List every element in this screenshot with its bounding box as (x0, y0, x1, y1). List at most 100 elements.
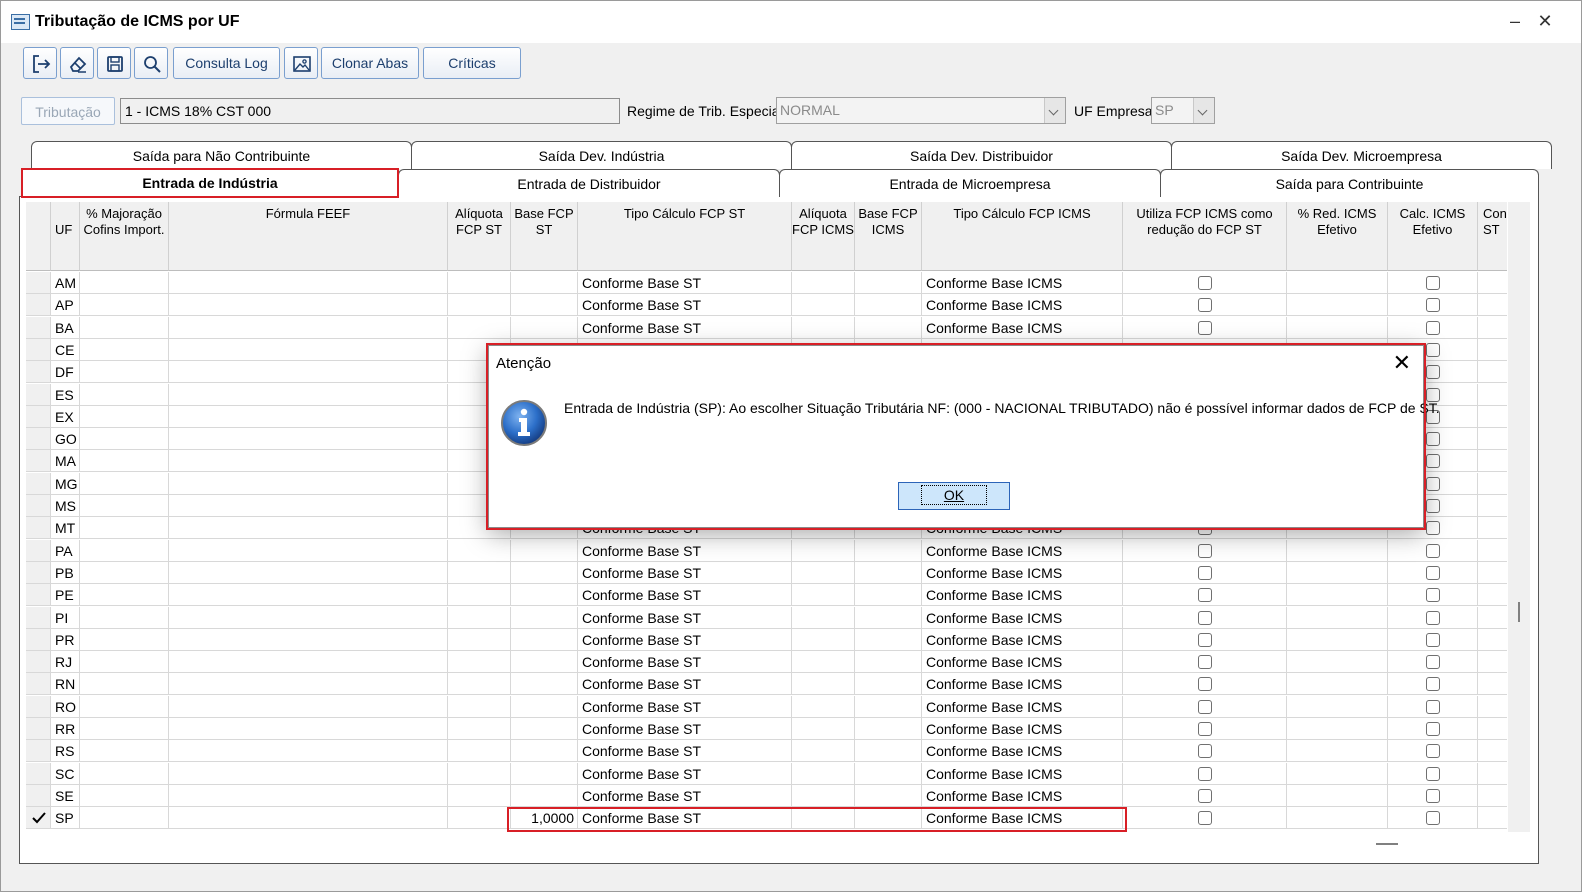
col-uf-cell[interactable]: PE (51, 584, 80, 607)
col-con-st-cell[interactable] (1478, 607, 1507, 629)
col-majoracao-cofins-cell[interactable] (80, 784, 169, 807)
col-uf-cell[interactable]: PB (51, 561, 80, 584)
col-majoracao-cofins-cell[interactable] (80, 517, 169, 540)
col-utiliza-fcp-icms-cell[interactable] (1123, 628, 1287, 651)
col-con-st-cell[interactable] (1478, 696, 1507, 718)
col-calc-icms-efetivo-cell[interactable] (1388, 695, 1478, 718)
col-aliquota-fcp-st-cell[interactable] (448, 673, 511, 696)
horizontal-scroll-thumb[interactable] (1376, 843, 1398, 845)
checkbox[interactable] (1426, 677, 1440, 692)
col-aliquota-fcp-st-cell[interactable] (448, 294, 511, 317)
col-con-st-cell[interactable] (1478, 785, 1507, 807)
col-majoracao-cofins-cell[interactable] (80, 718, 169, 740)
close-window-icon[interactable]: ✕ (1533, 9, 1557, 33)
col-utiliza-fcp-icms-header[interactable]: Utiliza FCP ICMS como redução do FCP ST (1123, 202, 1287, 271)
col-base-fcp-st-cell[interactable] (511, 673, 578, 696)
col-base-fcp-icms-cell[interactable] (855, 695, 922, 718)
tributacao-lookup-button[interactable]: Tributação (21, 97, 115, 125)
consulta-log-button[interactable]: Consulta Log (173, 47, 280, 79)
col-base-fcp-icms-cell[interactable] (855, 784, 922, 807)
col-uf-cell[interactable]: MA (51, 450, 80, 473)
col-tipo-calculo-fcp-st-cell[interactable]: Conforme Base ST (578, 606, 792, 629)
col-tipo-calculo-fcp-st-cell[interactable]: Conforme Base ST (578, 561, 792, 584)
col-con-st-cell[interactable] (1478, 339, 1507, 361)
col-utiliza-fcp-icms-cell[interactable] (1123, 584, 1287, 607)
tab-entrada-industria[interactable]: Entrada de Indústria (21, 168, 399, 198)
col-tipo-calculo-fcp-st-cell[interactable]: Conforme Base ST (578, 316, 792, 339)
checkbox[interactable] (1198, 744, 1212, 759)
col-uf-cell[interactable]: RN (51, 673, 80, 696)
checkbox[interactable] (1198, 276, 1212, 290)
col-tipo-calculo-fcp-icms-cell[interactable]: Conforme Base ICMS (922, 272, 1123, 294)
clonar-abas-button[interactable]: Clonar Abas (321, 47, 419, 79)
col-tipo-calculo-fcp-icms-cell[interactable]: Conforme Base ICMS (922, 740, 1123, 763)
col-aliquota-fcp-st-cell[interactable] (448, 584, 511, 607)
col-majoracao-cofins-cell[interactable] (80, 561, 169, 584)
col-utiliza-fcp-icms-cell[interactable] (1123, 807, 1287, 830)
col-uf-cell[interactable]: SE (51, 784, 80, 807)
col-uf-cell[interactable]: AM (51, 272, 80, 294)
col-uf-cell[interactable]: RR (51, 718, 80, 740)
col-utiliza-fcp-icms-cell[interactable] (1123, 718, 1287, 740)
col-majoracao-cofins-header[interactable]: % Majoração Cofins Import. (80, 202, 169, 271)
col-majoracao-cofins-cell[interactable] (80, 628, 169, 651)
col-tipo-calculo-fcp-icms-cell[interactable]: Conforme Base ICMS (922, 628, 1123, 651)
col-calc-icms-efetivo-cell[interactable] (1388, 294, 1478, 317)
col-con-st-cell[interactable] (1478, 473, 1507, 495)
col-uf-cell[interactable]: RS (51, 740, 80, 763)
col-calc-icms-efetivo-cell[interactable] (1388, 272, 1478, 294)
col-utiliza-fcp-icms-cell[interactable] (1123, 539, 1287, 562)
col-utiliza-fcp-icms-cell[interactable] (1123, 294, 1287, 317)
col-formula-feef-cell[interactable] (169, 517, 448, 540)
col-utiliza-fcp-icms-cell[interactable] (1123, 784, 1287, 807)
col-base-fcp-st-cell[interactable] (511, 539, 578, 562)
col-formula-feef-cell[interactable] (169, 405, 448, 428)
col-formula-feef-header[interactable]: Fórmula FEEF (169, 202, 448, 271)
col-aliquota-fcp-st-cell[interactable] (448, 272, 511, 294)
col-majoracao-cofins-cell[interactable] (80, 428, 169, 451)
checkbox[interactable] (1426, 610, 1440, 625)
col-aliquota-fcp-st-cell[interactable] (448, 740, 511, 763)
col-majoracao-cofins-cell[interactable] (80, 651, 169, 674)
col-uf-cell[interactable]: EX (51, 405, 80, 428)
col-red-icms-efetivo-header[interactable]: % Red. ICMS Efetivo (1287, 202, 1388, 271)
tab-saida-nao-contribuinte[interactable]: Saída para Não Contribuinte (31, 141, 412, 169)
col-tipo-calculo-fcp-icms-cell[interactable]: Conforme Base ICMS (922, 807, 1123, 830)
checkbox[interactable] (1426, 632, 1440, 647)
col-utiliza-fcp-icms-cell[interactable] (1123, 695, 1287, 718)
checkbox[interactable] (1426, 811, 1440, 826)
close-icon[interactable]: ✕ (1393, 352, 1411, 374)
col-formula-feef-cell[interactable] (169, 807, 448, 830)
col-tipo-calculo-fcp-icms-cell[interactable]: Conforme Base ICMS (922, 294, 1123, 317)
col-base-fcp-icms-cell[interactable] (855, 740, 922, 763)
col-red-icms-efetivo-cell[interactable] (1287, 584, 1388, 607)
col-red-icms-efetivo-cell[interactable] (1287, 606, 1388, 629)
col-base-fcp-icms-cell[interactable] (855, 584, 922, 607)
col-calc-icms-efetivo-cell[interactable] (1388, 740, 1478, 763)
col-formula-feef-cell[interactable] (169, 740, 448, 763)
col-majoracao-cofins-cell[interactable] (80, 673, 169, 696)
checkbox[interactable] (1198, 565, 1212, 580)
col-tipo-calculo-fcp-st-cell[interactable]: Conforme Base ST (578, 740, 792, 763)
col-base-fcp-st-cell[interactable] (511, 740, 578, 763)
col-con-st-cell[interactable] (1478, 562, 1507, 584)
col-base-fcp-icms-cell[interactable] (855, 316, 922, 339)
col-con-st-cell[interactable] (1478, 406, 1507, 428)
col-aliquota-fcp-icms-cell[interactable] (792, 584, 855, 607)
col-aliquota-fcp-icms-cell[interactable] (792, 673, 855, 696)
tab-saida-dev-microempresa[interactable]: Saída Dev. Microempresa (1171, 141, 1552, 169)
checkbox[interactable] (1198, 632, 1212, 647)
col-con-st-cell[interactable] (1478, 428, 1507, 451)
checkbox[interactable] (1426, 565, 1440, 580)
checkbox[interactable] (1198, 588, 1212, 603)
col-utiliza-fcp-icms-cell[interactable] (1123, 272, 1287, 294)
col-uf-cell[interactable]: RO (51, 695, 80, 718)
col-calc-icms-efetivo-cell[interactable] (1388, 673, 1478, 696)
col-con-st-cell[interactable] (1478, 294, 1507, 317)
col-formula-feef-cell[interactable] (169, 338, 448, 361)
col-tipo-calculo-fcp-st-cell[interactable]: Conforme Base ST (578, 272, 792, 294)
col-base-fcp-st-cell[interactable] (511, 651, 578, 674)
col-uf-cell[interactable]: ES (51, 383, 80, 406)
col-aliquota-fcp-st-cell[interactable] (448, 561, 511, 584)
col-tipo-calculo-fcp-icms-cell[interactable]: Conforme Base ICMS (922, 584, 1123, 607)
